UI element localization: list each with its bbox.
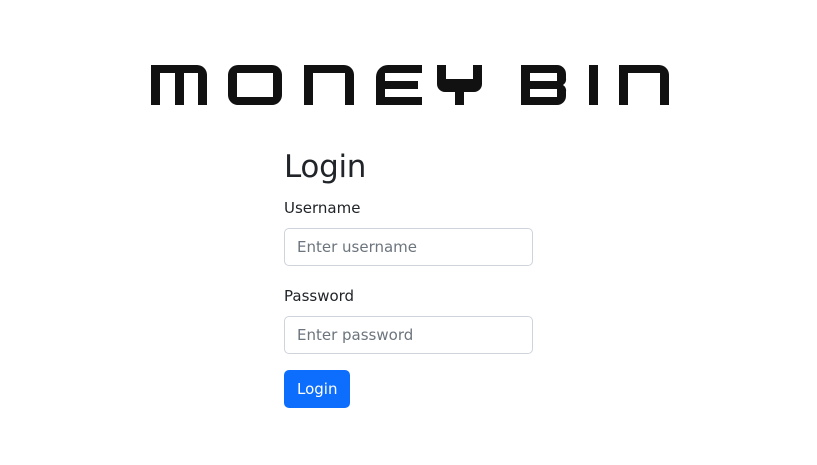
login-button[interactable]: Login bbox=[284, 370, 351, 408]
login-form: Login Username Password Login bbox=[284, 145, 533, 408]
password-label: Password bbox=[284, 287, 355, 305]
money-bin-logo bbox=[151, 65, 669, 105]
username-label: Username bbox=[284, 199, 361, 217]
username-input[interactable] bbox=[284, 228, 533, 266]
password-input[interactable] bbox=[284, 316, 533, 354]
page-title: Login bbox=[284, 149, 367, 185]
